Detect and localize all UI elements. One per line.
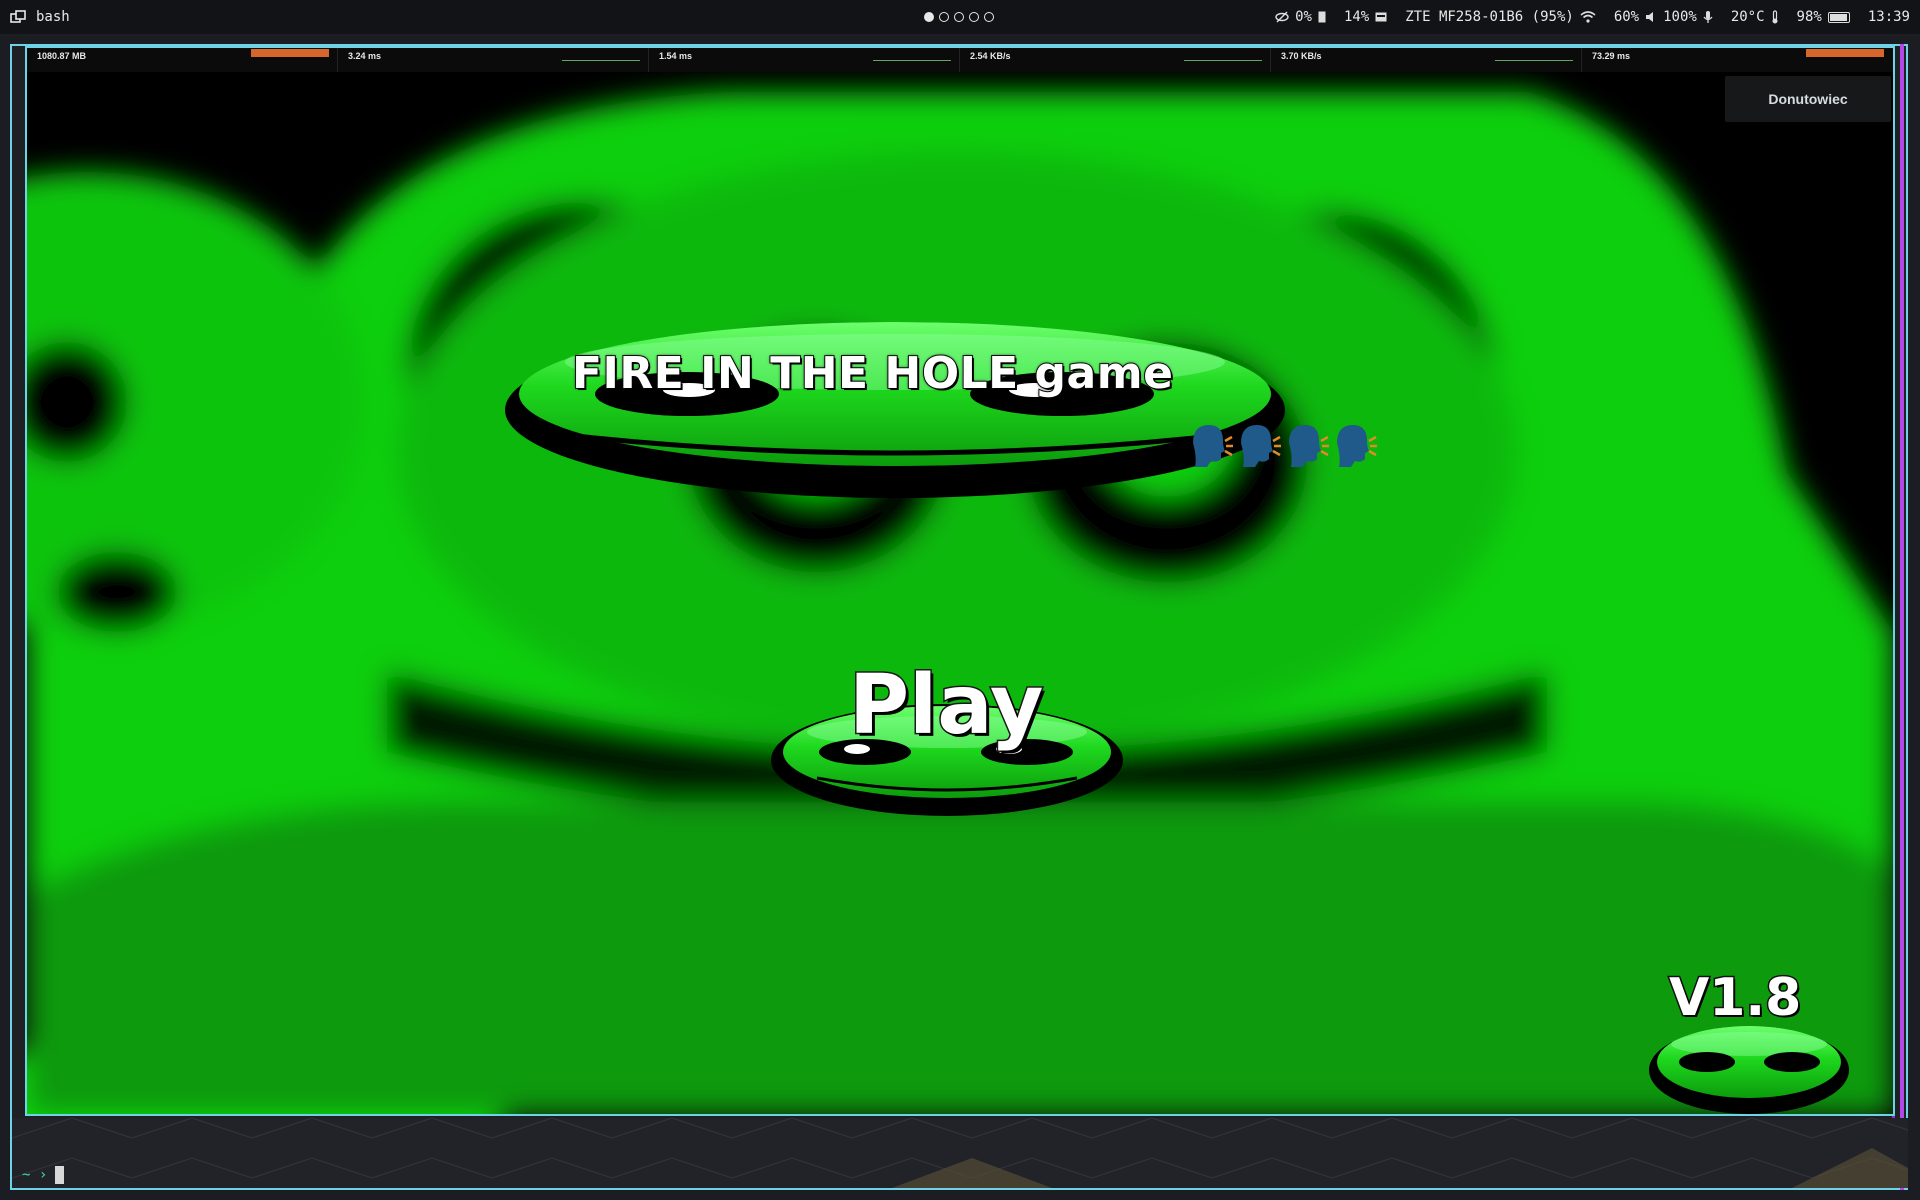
text-cursor: [55, 1166, 65, 1184]
perf-cpu-time-value: 1.54 ms: [659, 51, 693, 61]
wifi-icon: [1580, 11, 1596, 23]
perf-cpu-time: 1.54 ms: [649, 48, 960, 72]
volume-value: 60%: [1613, 9, 1640, 25]
thermometer-icon: [1772, 10, 1778, 24]
speaking-head-icon: [1237, 423, 1281, 469]
workspace-4[interactable]: [969, 12, 979, 22]
wallpaper-hex-pattern: [12, 1118, 1908, 1188]
perf-frame-time: 3.24 ms: [338, 48, 649, 72]
workspace-2[interactable]: [939, 12, 949, 22]
workspace-1[interactable]: [924, 12, 934, 22]
perf-net-up-graph: [1495, 52, 1573, 61]
speaking-head-emoji-row: [1189, 423, 1377, 469]
battery-icon: [1827, 11, 1850, 23]
system-top-bar: bash 0% 14% ZTE MF258-01B6 (95%) 60% 100…: [0, 0, 1920, 34]
blurred-background-art: [27, 72, 1893, 1114]
perf-net-down-graph: [1184, 52, 1262, 61]
perf-ping: 73.29 ms: [1582, 48, 1892, 72]
username-label: Donutowiec: [1768, 91, 1848, 107]
wifi-status[interactable]: ZTE MF258-01B6 (95%): [1405, 9, 1596, 25]
perf-memory-value: 1080.87 MB: [37, 51, 87, 61]
battery-status[interactable]: 98%: [1797, 9, 1850, 25]
memory-value: 14%: [1343, 9, 1370, 25]
memory-icon: [1318, 11, 1326, 23]
game-menu-scene: Donutowiec: [27, 72, 1893, 1114]
prompt-text: ~ ›: [22, 1167, 48, 1183]
perf-frame-time-value: 3.24 ms: [348, 51, 382, 61]
active-app-name: bash: [36, 9, 70, 25]
perf-memory: 1080.87 MB: [27, 48, 338, 72]
speaker-icon: [1646, 12, 1654, 22]
play-button-label[interactable]: Play: [847, 657, 1044, 755]
volume-status[interactable]: 60% 100%: [1614, 9, 1713, 25]
clock[interactable]: 13:39: [1868, 9, 1910, 25]
perf-ping-graph: [1806, 49, 1884, 57]
performance-stats-bar: 1080.87 MB 3.24 ms 1.54 ms 2.54 KB/s 3.7…: [27, 48, 1893, 72]
workspace-3[interactable]: [954, 12, 964, 22]
version-label: V1.8: [1667, 967, 1802, 1030]
window-icon: [10, 10, 26, 23]
workspace-switcher[interactable]: [924, 0, 994, 34]
privacy-status[interactable]: 0%: [1275, 9, 1326, 25]
speaking-head-icon: [1285, 423, 1329, 469]
battery-value: 98%: [1796, 9, 1822, 25]
eye-off-icon: [1275, 11, 1289, 23]
game-title: FIRE IN THE HOLE game: [571, 347, 1174, 400]
active-window-indicator[interactable]: bash: [10, 0, 70, 34]
terminal-prompt[interactable]: ~ ›: [22, 1166, 65, 1184]
perf-net-up: 3.70 KB/s: [1271, 48, 1582, 72]
perf-cpu-time-graph: [873, 52, 951, 61]
memory-status[interactable]: 14%: [1344, 9, 1387, 25]
status-tray: 0% 14% ZTE MF258-01B6 (95%) 60% 100% 20°…: [1257, 0, 1910, 34]
window-border-accent-outer: [1900, 44, 1904, 1190]
temperature-status[interactable]: 20°C: [1731, 9, 1779, 25]
microphone-icon: [1703, 11, 1713, 23]
wifi-name: ZTE MF258-01B6 (95%): [1405, 9, 1574, 25]
privacy-value: 0%: [1295, 9, 1312, 25]
perf-net-up-value: 3.70 KB/s: [1281, 51, 1322, 61]
speaking-head-icon: [1333, 423, 1377, 469]
perf-frame-time-graph: [562, 52, 640, 61]
mic-value: 100%: [1663, 9, 1697, 25]
perf-memory-graph: [251, 49, 329, 57]
temperature-value: 20°C: [1730, 9, 1765, 25]
drive-icon: [1375, 12, 1387, 22]
perf-net-down: 2.54 KB/s: [960, 48, 1271, 72]
username-badge[interactable]: Donutowiec: [1725, 76, 1891, 122]
clock-time: 13:39: [1867, 9, 1910, 25]
workspace-5[interactable]: [984, 12, 994, 22]
speaking-head-icon: [1189, 423, 1233, 469]
game-window[interactable]: 1080.87 MB 3.24 ms 1.54 ms 2.54 KB/s 3.7…: [25, 46, 1895, 1116]
perf-net-down-value: 2.54 KB/s: [970, 51, 1011, 61]
perf-ping-value: 73.29 ms: [1592, 51, 1631, 61]
